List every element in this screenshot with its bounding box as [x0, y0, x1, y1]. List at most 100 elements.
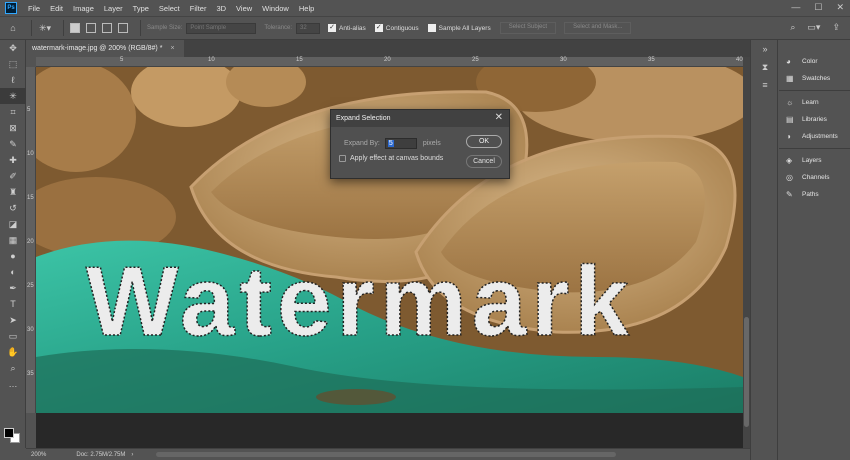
menu-help[interactable]: Help: [294, 4, 319, 13]
eyedropper-tool-icon[interactable]: ✎: [0, 136, 26, 152]
panel-paths[interactable]: ✎ Paths: [779, 186, 850, 203]
intersect-selection-icon[interactable]: [118, 23, 128, 33]
contiguous-checkbox[interactable]: ✓ Contiguous: [374, 24, 419, 32]
status-arrow-icon[interactable]: ›: [131, 452, 133, 458]
vertical-scroll-thumb[interactable]: [744, 317, 749, 427]
ruler-tick-label: 20: [27, 239, 34, 245]
photoshop-logo[interactable]: Ps: [5, 2, 17, 14]
eraser-tool-icon[interactable]: ◪: [0, 216, 26, 232]
panel-learn[interactable]: ☼ Learn: [779, 94, 850, 111]
path-selection-tool-icon[interactable]: ➤: [0, 312, 26, 328]
ruler-tick-label: 20: [384, 57, 391, 63]
workspace-icon[interactable]: ▭▾: [807, 22, 820, 33]
sample-all-layers-label: Sample All Layers: [438, 24, 491, 32]
select-and-mask-button[interactable]: Select and Mask...: [564, 22, 632, 34]
pen-tool-icon[interactable]: ✒: [0, 280, 26, 296]
libraries-icon: ▤: [786, 115, 794, 124]
menu-image[interactable]: Image: [68, 4, 99, 13]
divider: [63, 20, 64, 36]
menu-3d[interactable]: 3D: [211, 4, 231, 13]
ruler-tick-label: 25: [472, 57, 479, 63]
ruler-tick-label: 30: [27, 327, 34, 333]
dialog-title-bar[interactable]: Expand Selection ✕: [331, 110, 509, 127]
panel-swatches[interactable]: ▦ Swatches: [779, 70, 850, 87]
close-tab-icon[interactable]: ×: [170, 45, 174, 52]
panel-color[interactable]: ◕ Color: [779, 53, 850, 70]
panel-layers[interactable]: ◈ Layers: [779, 152, 850, 169]
ok-button[interactable]: OK: [466, 135, 502, 148]
dodge-tool-icon[interactable]: ◐: [0, 264, 26, 280]
history-brush-tool-icon[interactable]: ↺: [0, 200, 26, 216]
magic-wand-tool-icon[interactable]: ✳: [0, 88, 26, 104]
collapse-panels-icon[interactable]: »: [751, 40, 779, 58]
foreground-color-swatch[interactable]: [4, 428, 14, 438]
history-icon[interactable]: ⧗: [751, 58, 779, 76]
panel-label: Layers: [802, 157, 822, 164]
add-selection-icon[interactable]: [86, 23, 96, 33]
new-selection-icon[interactable]: [70, 23, 80, 33]
menu-bar: Ps File Edit Image Layer Type Select Fil…: [0, 0, 850, 16]
share-icon[interactable]: ⇪: [832, 22, 840, 33]
lasso-tool-icon[interactable]: ℓ: [0, 72, 26, 88]
frame-tool-icon[interactable]: ⊠: [0, 120, 26, 136]
rectangle-tool-icon[interactable]: ▭: [0, 328, 26, 344]
subtract-selection-icon[interactable]: [102, 23, 112, 33]
vertical-scrollbar[interactable]: [743, 57, 750, 448]
properties-icon[interactable]: ≡: [751, 76, 779, 94]
sample-all-layers-checkbox[interactable]: Sample All Layers: [427, 24, 491, 32]
contiguous-label: Contiguous: [385, 24, 419, 32]
gradient-tool-icon[interactable]: ▦: [0, 232, 26, 248]
select-subject-button[interactable]: Select Subject: [499, 22, 557, 34]
tolerance-input[interactable]: 32: [296, 22, 321, 34]
panel-channels[interactable]: ◎ Channels: [779, 169, 850, 186]
magic-wand-preset-icon[interactable]: ✳▾: [38, 21, 52, 35]
vertical-ruler[interactable]: 5 10 15 20 25 30 35: [26, 67, 36, 413]
panel-label: Adjustments: [802, 133, 838, 140]
zoom-tool-icon[interactable]: ⌕: [0, 360, 26, 376]
close-window-button[interactable]: ✕: [836, 2, 844, 13]
horizontal-scroll-thumb[interactable]: [156, 452, 616, 457]
menu-select[interactable]: Select: [154, 4, 185, 13]
menu-edit[interactable]: Edit: [45, 4, 68, 13]
apply-canvas-bounds-checkbox[interactable]: Apply effect at canvas bounds: [339, 155, 443, 162]
brush-tool-icon[interactable]: ✐: [0, 168, 26, 184]
close-icon[interactable]: ✕: [495, 112, 503, 123]
color-icon: ◕: [786, 57, 791, 66]
panel-adjustments[interactable]: ◑ Adjustments: [779, 128, 850, 145]
document-tab[interactable]: watermark-image.jpg @ 200% (RGB/8#) * ×: [26, 40, 184, 57]
menu-filter[interactable]: Filter: [185, 4, 212, 13]
menu-view[interactable]: View: [231, 4, 257, 13]
pixels-unit-label: pixels: [422, 140, 441, 147]
cancel-button[interactable]: Cancel: [466, 155, 502, 168]
crop-tool-icon[interactable]: ⌗: [0, 104, 26, 120]
move-tool-icon[interactable]: ✥: [0, 40, 26, 56]
color-swatches[interactable]: [4, 424, 22, 443]
maximize-button[interactable]: ☐: [814, 2, 822, 13]
healing-brush-tool-icon[interactable]: ✚: [0, 152, 26, 168]
more-tools-icon[interactable]: …: [0, 376, 26, 392]
menu-type[interactable]: Type: [128, 4, 154, 13]
swatches-icon: ▦: [786, 74, 794, 83]
expand-by-input[interactable]: 5: [384, 138, 417, 149]
ruler-tick-label: 15: [27, 195, 34, 201]
anti-alias-checkbox[interactable]: ✓ Anti-alias: [328, 24, 366, 32]
menu-file[interactable]: File: [23, 4, 45, 13]
horizontal-ruler[interactable]: 5 10 15 20 25 30 35 40: [36, 57, 743, 67]
minimize-button[interactable]: —: [791, 2, 800, 13]
type-tool-icon[interactable]: T: [0, 296, 26, 312]
search-icon[interactable]: ⌕: [790, 22, 795, 33]
learn-icon: ☼: [786, 98, 794, 107]
marquee-tool-icon[interactable]: ⬚: [0, 56, 26, 72]
panel-group-color: ◕ Color ▦ Swatches: [779, 50, 850, 91]
panel-label: Swatches: [802, 75, 831, 82]
apply-canvas-bounds-label: Apply effect at canvas bounds: [350, 155, 444, 162]
sample-size-select[interactable]: Point Sample: [186, 22, 257, 34]
clone-stamp-tool-icon[interactable]: ♜: [0, 184, 26, 200]
menu-layer[interactable]: Layer: [99, 4, 128, 13]
hand-tool-icon[interactable]: ✋: [0, 344, 26, 360]
panel-libraries[interactable]: ▤ Libraries: [779, 111, 850, 128]
home-icon[interactable]: ⌂: [6, 21, 20, 35]
zoom-level[interactable]: 200%: [31, 452, 46, 458]
blur-tool-icon[interactable]: ●: [0, 248, 26, 264]
menu-window[interactable]: Window: [257, 4, 294, 13]
